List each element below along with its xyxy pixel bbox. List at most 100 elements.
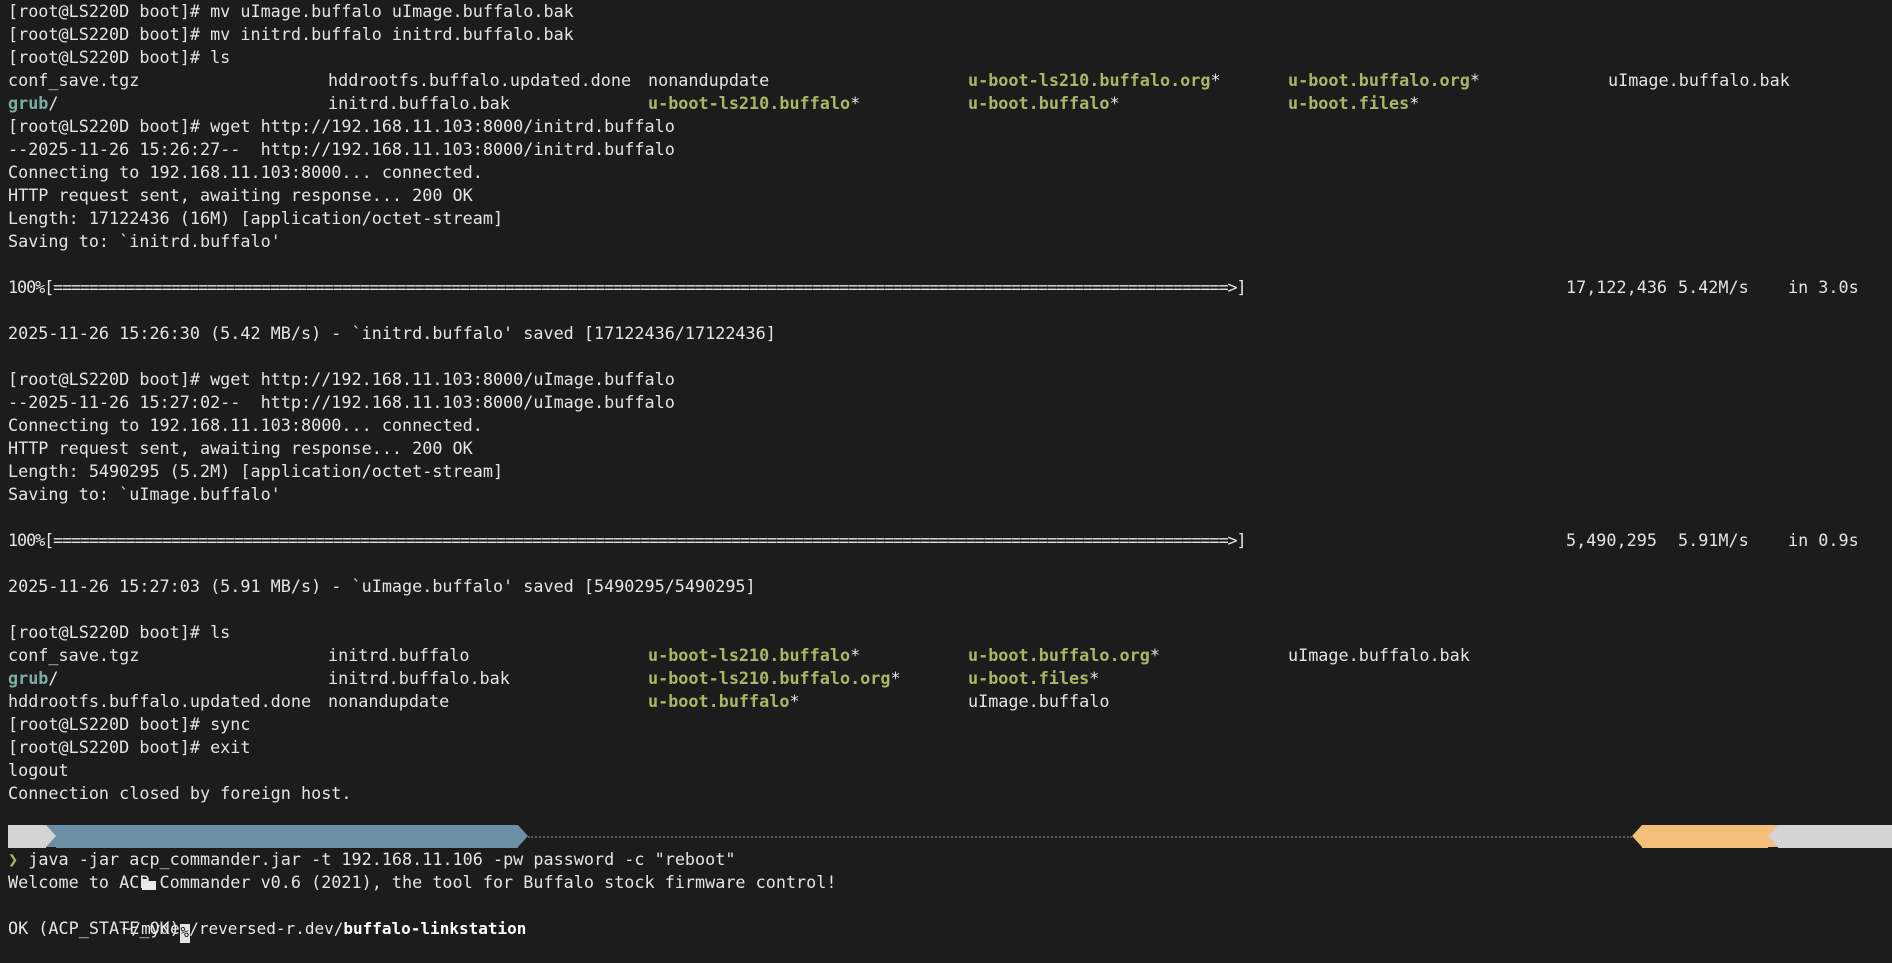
prompt-chevron: ❯ [8, 849, 19, 869]
ls-entry-name: u-boot-ls210.buffalo [648, 645, 851, 665]
ls-entry-name: u-boot.buffalo [648, 691, 790, 711]
terminal-line: Connection closed by foreign host. [8, 783, 352, 803]
command-duration: 27m 51s [1705, 850, 1774, 869]
terminal-line: [root@LS220D boot]# wget http://192.168.… [8, 369, 675, 389]
ls-entry-name: u-boot-ls210.buffalo.org [968, 70, 1211, 90]
directory-marker: / [48, 93, 59, 113]
ls-entry-file: uImage.buffalo.bak [1288, 645, 1470, 665]
terminal-line: [root@LS220D boot]# exit [8, 737, 251, 757]
terminal-line: Saving to: `uImage.buffalo' [8, 484, 281, 504]
terminal-line: [root@LS220D boot]# ls [8, 47, 231, 67]
download-time: in 3.0s [1788, 277, 1859, 297]
ls-entry-name: u-boot-ls210.buffalo [648, 93, 851, 113]
output-text: OK (ACP_STATE_OK) [8, 918, 180, 938]
terminal-line: 2025-11-26 15:26:30 (5.42 MB/s) - `initr… [8, 323, 776, 343]
ls-entry-name: grub [8, 93, 49, 113]
ls-entry-name: u-boot.buffalo.org [968, 645, 1150, 665]
terminal-cursor: % [179, 924, 190, 943]
download-bytes: 17,122,436 [1566, 277, 1668, 297]
ls-entry-executable: u-boot.buffalo* [968, 92, 1120, 115]
terminal-line: --2025-11-26 15:26:27-- http://192.168.1… [8, 139, 675, 159]
download-bytes: 5,490,295 [1566, 530, 1657, 550]
ls-entry-file: uImage.buffalo.bak [1608, 70, 1790, 90]
executable-marker: * [1109, 93, 1120, 113]
download-rate: 5.42M/s [1678, 277, 1749, 297]
terminal-line: HTTP request sent, awaiting response... … [8, 438, 473, 458]
ls-entry-file: initrd.buffalo.bak [328, 668, 510, 688]
executable-marker: * [890, 668, 901, 688]
shell-prompt-bar: ~/mydev/reversed-r.dev/buffalo-linkstati… [8, 825, 1892, 938]
ls-entry-file: conf_save.tgz [8, 645, 140, 665]
terminal-line: HTTP request sent, awaiting response... … [8, 185, 473, 205]
terminal-line: --2025-11-26 15:27:02-- http://192.168.1… [8, 392, 675, 412]
terminal-line: Length: 17122436 (16M) [application/octe… [8, 208, 504, 228]
terminal-line: Connecting to 192.168.11.103:8000... con… [8, 415, 483, 435]
ls-entry-executable: u-boot.files* [1288, 92, 1419, 115]
ls-entry-directory: grub/ [8, 92, 59, 115]
ls-entry-executable: u-boot.buffalo.org* [968, 644, 1160, 667]
directory-marker: / [48, 668, 59, 688]
segment-separator [1632, 825, 1642, 847]
ls-entry-file: initrd.buffalo [328, 645, 470, 665]
ls-entry-executable: u-boot-ls210.buffalo* [648, 92, 860, 115]
ls-entry-file: nonandupdate [648, 70, 770, 90]
terminal-line: [root@LS220D boot]# ls [8, 622, 231, 642]
executable-marker: * [850, 93, 861, 113]
segment-separator [46, 825, 56, 847]
executable-marker: * [1089, 668, 1100, 688]
command-line[interactable]: ❯ java -jar acp_commander.jar -t 192.168… [8, 848, 735, 871]
download-progress-bar: 100%[===================================… [8, 277, 1247, 297]
ls-entry-directory: grub/ [8, 667, 59, 690]
path-segment: ~/mydev/reversed-r.dev/buffalo-linkstati… [56, 825, 526, 938]
download-progress-bar: 100%[===================================… [8, 530, 1247, 550]
ls-entry-executable: u-boot.files* [968, 667, 1099, 690]
clock-segment: 15:45:58 [1778, 825, 1892, 914]
terminal-line: Saving to: `initrd.buffalo' [8, 231, 281, 251]
executable-marker: * [1409, 93, 1420, 113]
os-segment [8, 825, 99, 890]
terminal-line[interactable]: OK (ACP_STATE_OK)% [8, 917, 190, 943]
terminal-line: [root@LS220D boot]# wget http://192.168.… [8, 116, 675, 136]
ls-entry-file: conf_save.tgz [8, 70, 140, 90]
prompt-filler-dots [528, 836, 1632, 838]
executable-marker: * [850, 645, 861, 665]
ls-entry-executable: u-boot-ls210.buffalo* [648, 644, 860, 667]
terminal-line: [root@LS220D boot]# mv initrd.buffalo in… [8, 24, 574, 44]
terminal-line: Length: 5490295 (5.2M) [application/octe… [8, 461, 504, 481]
ls-entry-executable: u-boot.buffalo* [648, 690, 800, 713]
command-text: java -jar acp_commander.jar -t 192.168.1… [28, 849, 736, 869]
terminal-line: [root@LS220D boot]# mv uImage.buffalo uI… [8, 1, 574, 21]
ls-entry-executable: u-boot-ls210.buffalo.org* [648, 667, 901, 690]
terminal-line: [root@LS220D boot]# sync [8, 714, 251, 734]
path-current: buffalo-linkstation [343, 919, 527, 938]
ls-entry-file: nonandupdate [328, 691, 450, 711]
ls-entry-executable: u-boot.buffalo.org* [1288, 69, 1480, 92]
executable-marker: * [1469, 70, 1480, 90]
terminal-window[interactable]: [root@LS220D boot]# mv uImage.buffalo uI… [0, 0, 1892, 952]
download-rate: 5.91M/s [1678, 530, 1749, 550]
current-time: 15:45:58 [1841, 850, 1892, 869]
terminal-line: Welcome to ACP Commander v0.6 (2021), th… [8, 872, 837, 892]
ls-entry-name: grub [8, 668, 49, 688]
executable-marker: * [1149, 645, 1160, 665]
clock-icon [1784, 896, 1875, 938]
ls-entry-name: u-boot.buffalo.org [1288, 70, 1470, 90]
terminal-line: logout [8, 760, 69, 780]
segment-separator [518, 825, 528, 847]
download-time: in 0.9s [1788, 530, 1859, 550]
ls-entry-file: initrd.buffalo.bak [328, 93, 510, 113]
segment-separator [1768, 825, 1778, 847]
command-duration-segment: 27m 51s [1642, 825, 1773, 913]
ls-entry-file: uImage.buffalo [968, 691, 1110, 711]
executable-marker: * [789, 691, 800, 711]
terminal-line: Connecting to 192.168.11.103:8000... con… [8, 162, 483, 182]
ls-entry-executable: u-boot-ls210.buffalo.org* [968, 69, 1221, 92]
ls-entry-name: u-boot.files [1288, 93, 1410, 113]
hourglass-icon [1648, 896, 1737, 938]
ls-entry-name: u-boot.buffalo [968, 93, 1110, 113]
executable-marker: * [1210, 70, 1221, 90]
ls-entry-name: u-boot.files [968, 668, 1090, 688]
ls-entry-file: hddrootfs.buffalo.updated.done [328, 70, 632, 90]
ls-entry-file: hddrootfs.buffalo.updated.done [8, 691, 312, 711]
terminal-line: 2025-11-26 15:27:03 (5.91 MB/s) - `uImag… [8, 576, 756, 596]
